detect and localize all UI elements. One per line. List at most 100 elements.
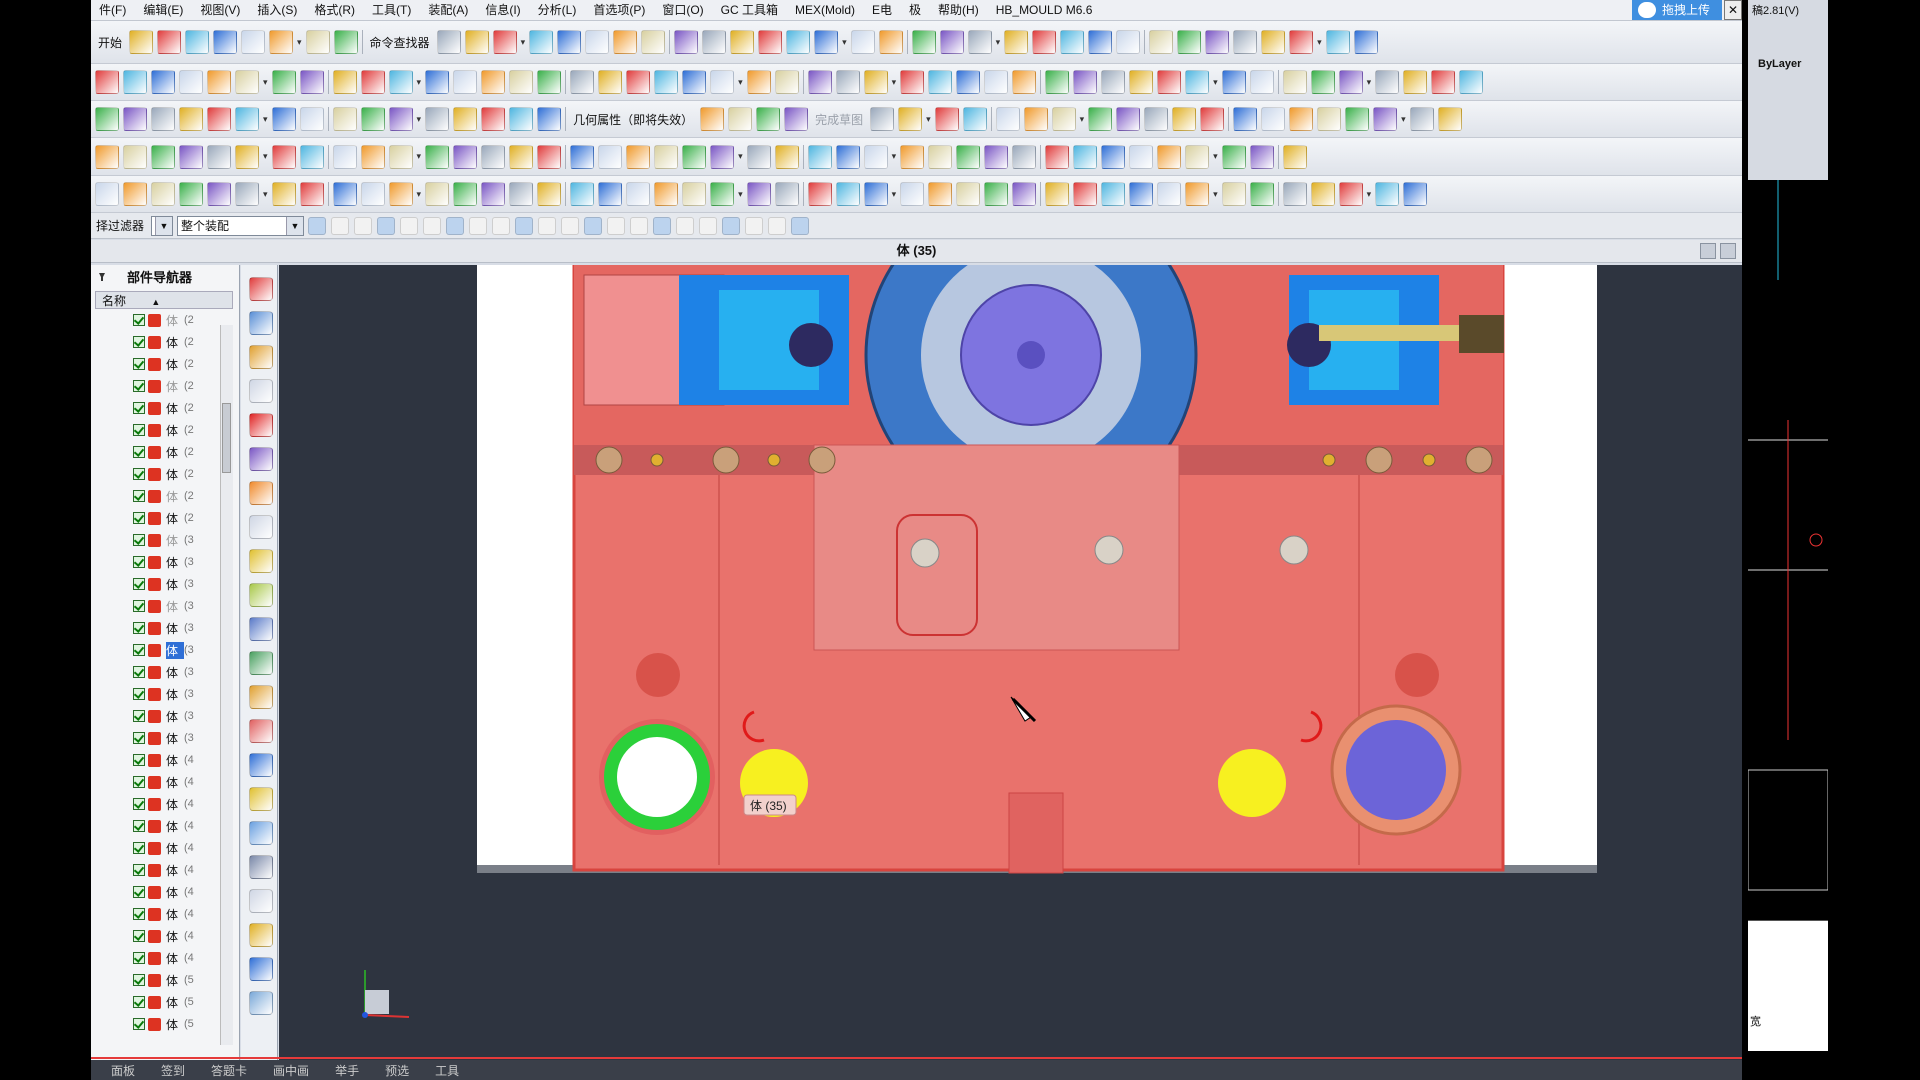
menu-item[interactable]: E电 — [864, 0, 901, 20]
toolbar-tool-icon[interactable] — [626, 182, 651, 206]
menu-item[interactable]: 窗口(O) — [654, 0, 712, 20]
toolbar-tool-icon[interactable] — [1073, 144, 1098, 169]
toolbar-tool-icon[interactable] — [814, 30, 839, 54]
resource-tab-icon[interactable] — [249, 991, 273, 1015]
visibility-checkbox[interactable] — [133, 754, 145, 766]
toolbar-tool-icon[interactable] — [453, 70, 478, 94]
visibility-checkbox[interactable] — [133, 512, 145, 524]
resource-tab-icon[interactable] — [249, 889, 273, 913]
toolbar-tool-icon[interactable] — [728, 107, 753, 131]
resource-tab-icon[interactable] — [249, 583, 273, 607]
dropdown-arrow-icon[interactable]: ▾ — [738, 151, 743, 162]
toolbar-tool-icon[interactable] — [939, 30, 964, 54]
list-item[interactable]: 体 (3 — [95, 595, 233, 617]
toolbar-tool-icon[interactable] — [123, 182, 147, 206]
list-item[interactable]: 体 (4 — [95, 859, 233, 881]
list-item[interactable]: 体 (2 — [95, 331, 233, 353]
toolbar-tool-icon[interactable] — [995, 107, 1020, 131]
toolbar-tool-icon[interactable] — [710, 144, 735, 169]
toolbar-tool-icon[interactable] — [1185, 144, 1210, 169]
resource-tab-icon[interactable] — [249, 753, 273, 777]
snap-point-icon[interactable] — [446, 216, 465, 235]
resource-tab-icon[interactable] — [249, 447, 273, 471]
toolbar-tool-icon[interactable] — [911, 30, 936, 54]
dropdown-arrow-icon[interactable]: ▾ — [417, 77, 422, 88]
list-item[interactable]: 体 (3 — [95, 727, 233, 749]
toolbar-tool-icon[interactable] — [674, 30, 699, 54]
toolbar-tool-icon[interactable] — [453, 144, 478, 169]
dropdown-arrow-icon[interactable]: ▾ — [1213, 151, 1218, 162]
menu-item[interactable]: 装配(A) — [420, 0, 477, 20]
menu-item[interactable]: 工具(T) — [364, 0, 420, 20]
toolbar-tool-icon[interactable] — [1221, 144, 1246, 169]
menu-item[interactable]: 分析(L) — [530, 0, 586, 20]
list-item[interactable]: 体 (2 — [95, 375, 233, 397]
toolbar-tool-icon[interactable] — [464, 30, 489, 54]
toolbar-tool-icon[interactable] — [956, 70, 981, 94]
snap-point-icon[interactable] — [745, 216, 764, 235]
toolbar-tool-icon[interactable] — [207, 144, 231, 169]
resource-tab-icon[interactable] — [249, 515, 273, 539]
resource-tab-icon[interactable] — [249, 549, 273, 573]
toolbar-tool-icon[interactable] — [360, 70, 385, 94]
toolbar-tool-icon[interactable] — [870, 107, 895, 131]
toolbar-tool-icon[interactable] — [207, 70, 231, 94]
geometry-properties-button[interactable]: 几何属性（即将失效） — [570, 111, 696, 128]
dropdown-arrow-icon[interactable]: ▾ — [892, 189, 897, 200]
dropdown-arrow-icon[interactable]: ▾ — [1401, 114, 1406, 125]
toolbar-tool-icon[interactable] — [613, 30, 638, 54]
toolbar-tool-icon[interactable] — [1172, 107, 1197, 131]
dropdown-arrow-icon[interactable]: ▾ — [263, 189, 268, 200]
list-item[interactable]: 体 (4 — [95, 903, 233, 925]
snap-point-icon[interactable] — [469, 216, 488, 235]
navigator-scrollbar[interactable] — [220, 325, 233, 1045]
taskbar-tab[interactable]: 面板 — [111, 1062, 135, 1079]
dropdown-arrow-icon[interactable]: ▾ — [1367, 189, 1372, 200]
toolbar-tool-icon[interactable] — [332, 107, 357, 131]
list-item[interactable]: 体 (5 — [95, 1013, 233, 1035]
toolbar-tool-icon[interactable] — [1088, 30, 1113, 54]
snap-point-icon[interactable] — [331, 216, 350, 235]
toolbar-tool-icon[interactable] — [967, 30, 992, 54]
toolbar-tool-icon[interactable] — [1261, 30, 1286, 54]
toolbar-tool-icon[interactable] — [585, 30, 610, 54]
menu-item[interactable]: 信息(I) — [477, 0, 529, 20]
visibility-checkbox[interactable] — [133, 490, 145, 502]
mold-model[interactable]: 体 (35) — [279, 265, 1742, 1060]
visibility-checkbox[interactable] — [133, 358, 145, 370]
toolbar-tool-icon[interactable] — [878, 30, 903, 54]
resource-tab-icon[interactable] — [249, 923, 273, 947]
toolbar-tool-icon[interactable] — [598, 144, 623, 169]
toolbar-tool-icon[interactable] — [682, 144, 707, 169]
resource-tab-icon[interactable] — [249, 651, 273, 675]
visibility-checkbox[interactable] — [133, 402, 145, 414]
list-item[interactable]: 体 (3 — [95, 683, 233, 705]
toolbar-tool-icon[interactable] — [1045, 182, 1070, 206]
snap-point-icon[interactable] — [584, 216, 603, 235]
hex-bolt[interactable] — [1094, 535, 1124, 565]
toolbar-tool-icon[interactable] — [1233, 107, 1258, 131]
toolbar-tool-icon[interactable] — [626, 144, 651, 169]
toolbar-tool-icon[interactable] — [1157, 144, 1182, 169]
snap-point-icon[interactable] — [354, 216, 373, 235]
toolbar-tool-icon[interactable] — [850, 30, 875, 54]
toolbar-tool-icon[interactable] — [1282, 144, 1307, 169]
toolbar-tool-icon[interactable] — [332, 70, 357, 94]
toolbar-tool-icon[interactable] — [1310, 70, 1335, 94]
visibility-checkbox[interactable] — [133, 380, 145, 392]
toolbar-tool-icon[interactable] — [95, 144, 119, 169]
taskbar-tab[interactable]: 画中画 — [273, 1062, 309, 1079]
dropdown-arrow-icon[interactable]: ▾ — [521, 37, 526, 48]
toolbar-tool-icon[interactable] — [1012, 182, 1037, 206]
toolbar-tool-icon[interactable] — [269, 30, 294, 54]
toolbar-tool-icon[interactable] — [1185, 70, 1210, 94]
toolbar-tool-icon[interactable] — [900, 182, 925, 206]
toolbar-tool-icon[interactable] — [509, 144, 534, 169]
toolbar-tool-icon[interactable] — [481, 107, 506, 131]
list-item[interactable]: 体 (2 — [95, 397, 233, 419]
dropdown-arrow-icon[interactable]: ▾ — [842, 37, 847, 48]
toolbar-tool-icon[interactable] — [1403, 182, 1428, 206]
toolbar-tool-icon[interactable] — [388, 144, 413, 169]
toolbar-tool-icon[interactable] — [786, 30, 811, 54]
toolbar-tool-icon[interactable] — [388, 182, 413, 206]
